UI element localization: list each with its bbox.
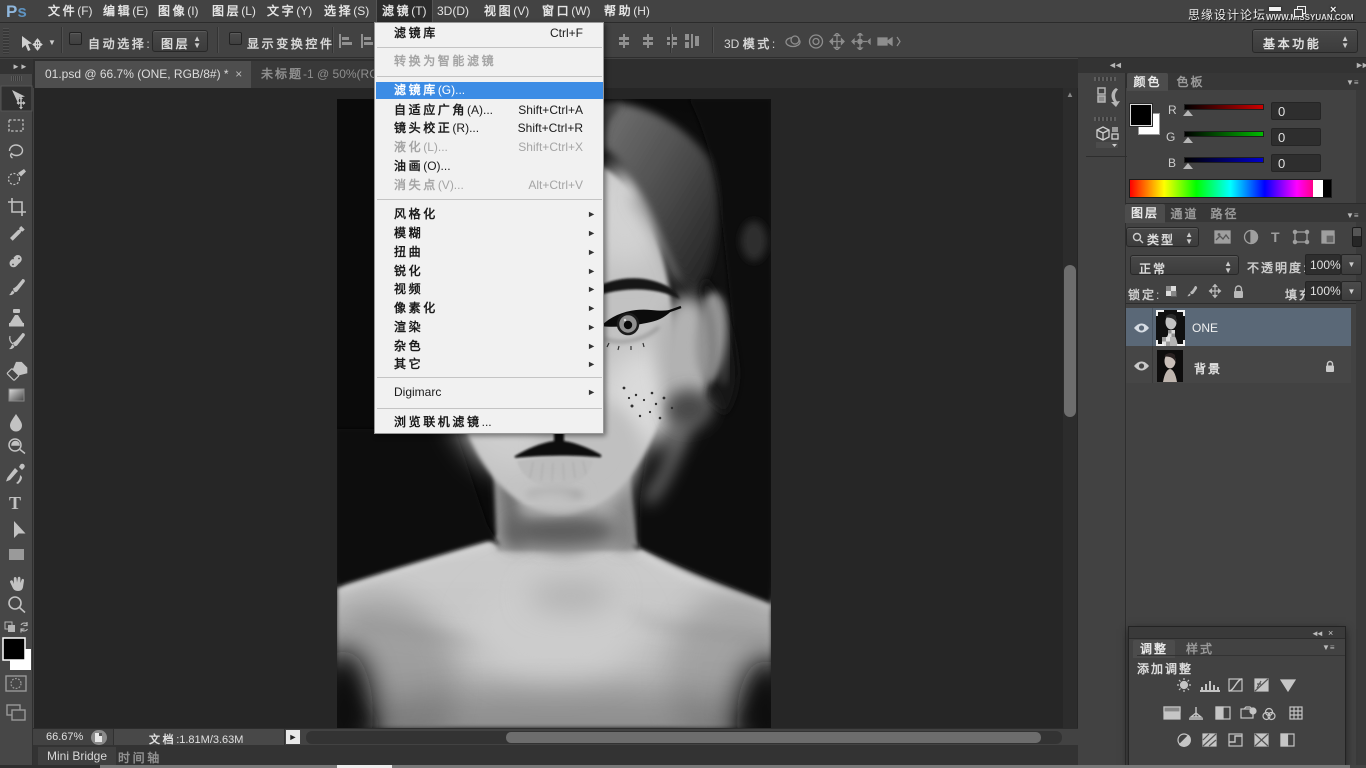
svg-text:T: T (9, 493, 21, 513)
svg-text:T: T (1271, 229, 1280, 245)
